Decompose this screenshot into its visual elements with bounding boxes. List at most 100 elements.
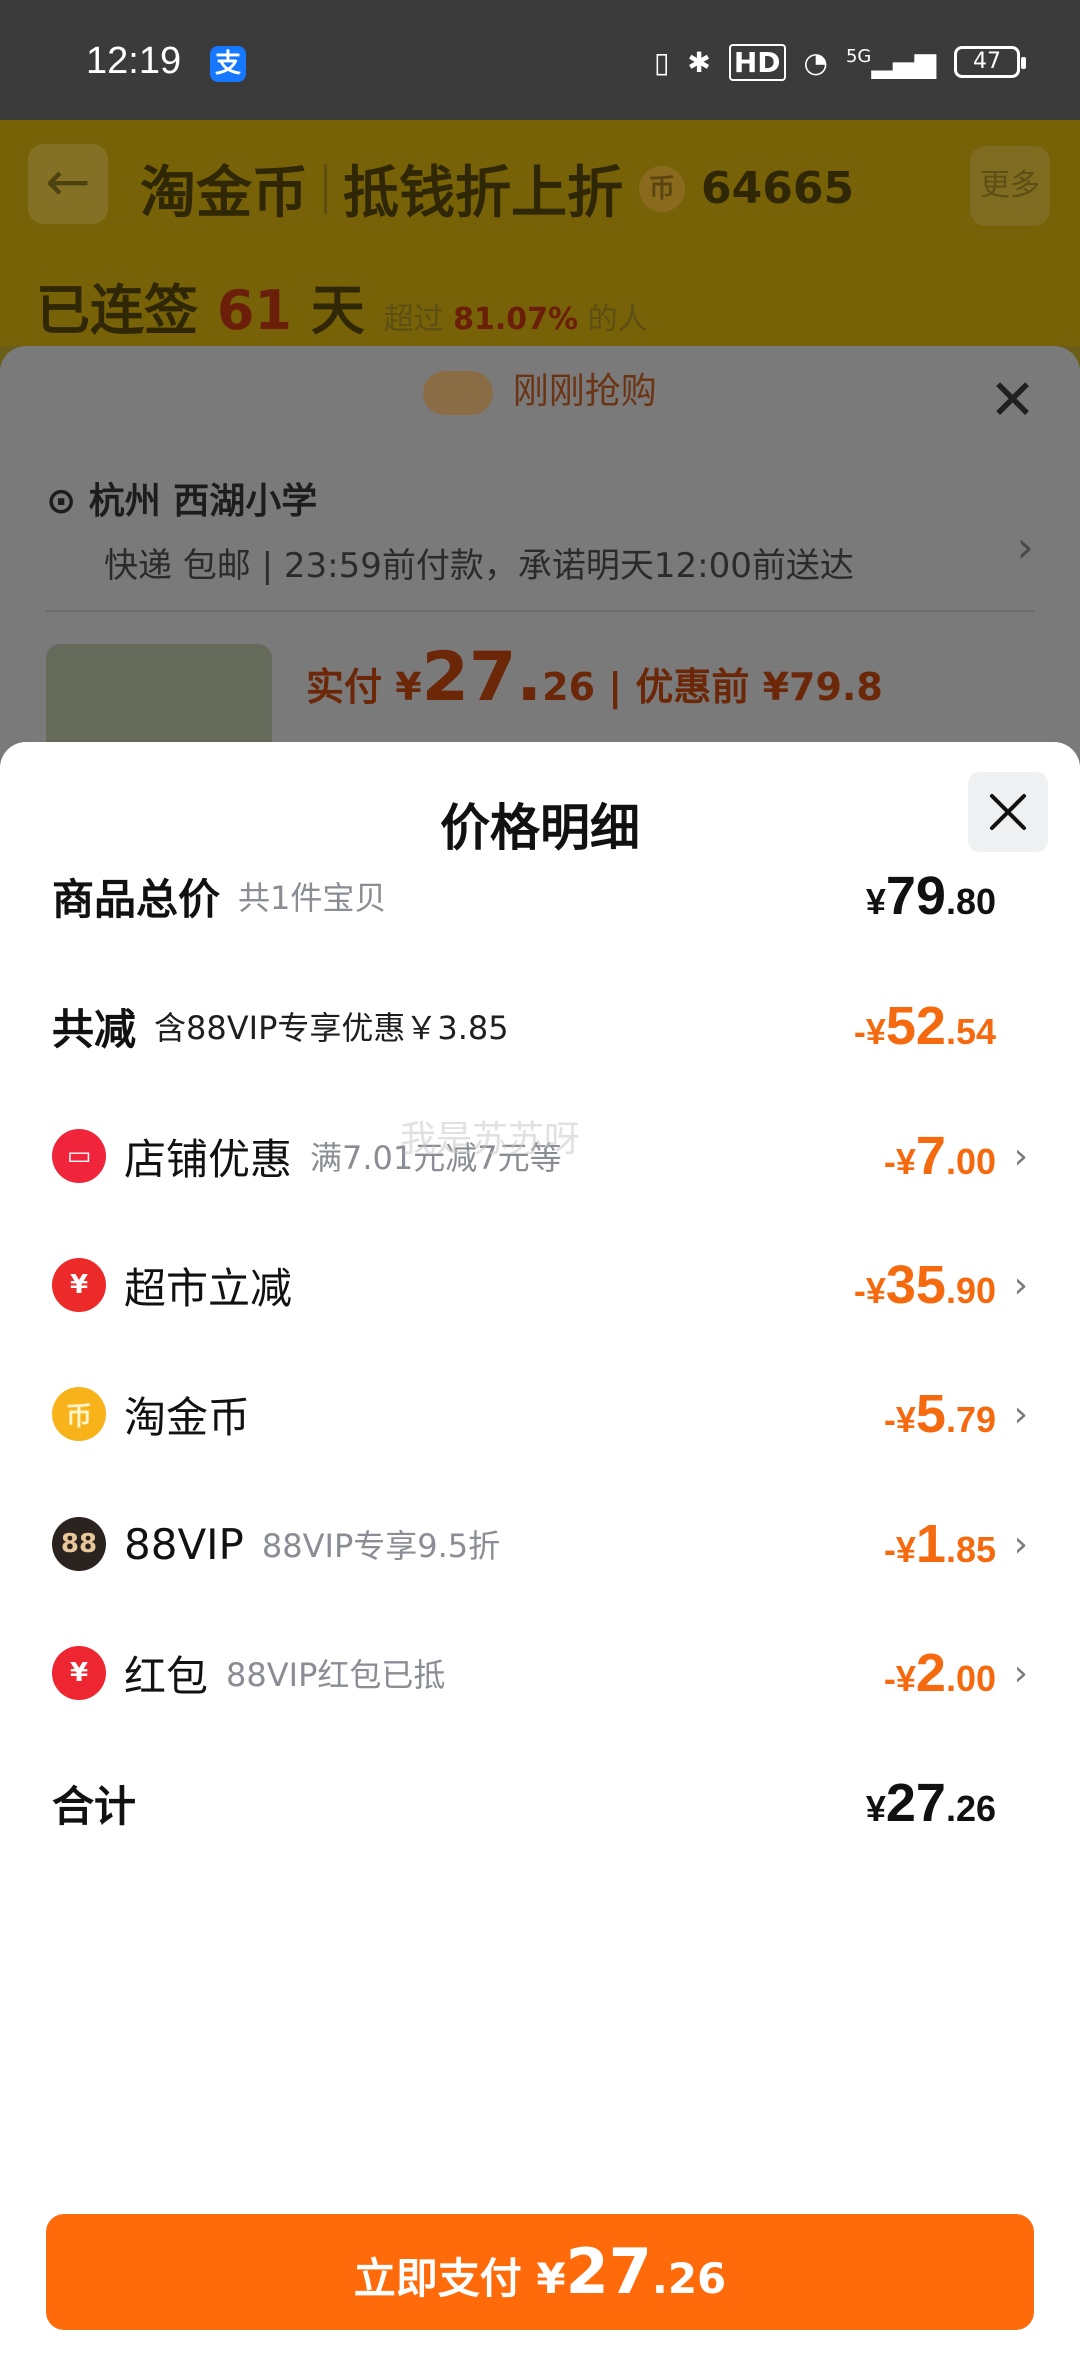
watermark: 我是苏苏呀	[400, 1119, 581, 1160]
amount-currency: -¥	[883, 1399, 916, 1440]
row-label: 合计	[52, 1781, 137, 1831]
amount-currency: -¥	[883, 1141, 916, 1182]
amount-dec: .85	[945, 1529, 996, 1570]
row-amount: -¥1.85	[884, 1513, 996, 1575]
amount-int: 7	[915, 1126, 946, 1186]
taobao-coin-icon: 币	[52, 1387, 106, 1441]
vibrate-icon: ▯	[653, 45, 670, 79]
amount-dec: .90	[945, 1270, 996, 1311]
sign-days: 61	[216, 279, 292, 342]
row-amount: -¥52.54	[854, 995, 996, 1057]
row-sub: 含88VIP专享优惠￥3.85	[154, 1009, 509, 1047]
sign-note-prefix: 超过	[383, 302, 444, 337]
row-label: 共减	[52, 1004, 137, 1054]
chevron-right-icon: ›	[1013, 1135, 1028, 1177]
price-before: | 优惠前 ¥79.8	[608, 665, 883, 709]
close-button[interactable]	[968, 772, 1048, 852]
pay-int: 27	[565, 2235, 652, 2308]
amount-int: 5	[915, 1384, 946, 1444]
coin-balance: 64665	[701, 163, 855, 214]
order-sheet-close-icon: ✕	[989, 368, 1036, 433]
row-amount: ¥27.26	[866, 1772, 996, 1834]
amount-int: 79	[885, 866, 946, 926]
back-arrow-icon: ←	[28, 144, 108, 224]
amount-int: 52	[885, 996, 946, 1056]
close-icon	[990, 794, 1026, 830]
row-sub: 88VIP专享9.5折	[261, 1527, 501, 1565]
88vip-icon: 88	[52, 1517, 106, 1571]
amount-currency: -¥	[883, 1658, 916, 1699]
sign-note-percent: 81.07%	[453, 302, 579, 337]
pay-dec: .26	[651, 2254, 727, 2303]
amount-int: 1	[915, 1514, 946, 1574]
row-label: 88VIP	[124, 1519, 244, 1569]
row-label: 红包	[124, 1651, 209, 1701]
hd-icon: HD	[728, 43, 786, 81]
sign-note-suffix: 的人	[587, 302, 648, 337]
row-label: 超市立减	[124, 1263, 293, 1313]
chevron-right-icon: ›	[1013, 1264, 1028, 1306]
alipay-notification-icon: 支	[210, 46, 246, 82]
bluetooth-icon: ✱	[687, 45, 711, 79]
taobao-coin-row[interactable]: 币 淘金币 -¥5.79 ›	[52, 1374, 1028, 1454]
more-button: 更多	[970, 146, 1050, 226]
amount-dec: .00	[945, 1141, 996, 1182]
88vip-row[interactable]: 88 88VIP 88VIP专享9.5折 -¥1.85 ›	[52, 1504, 1028, 1584]
row-amount: -¥2.00	[884, 1642, 996, 1704]
amount-currency: ¥	[865, 881, 886, 922]
amount-dec: .00	[945, 1658, 996, 1699]
sign-suffix: 天	[310, 279, 365, 342]
background-header: ← 淘金币 抵钱折上折 币 64665 更多 已连签 61 天 超过 81.07…	[0, 120, 1080, 346]
address-chevron-icon: ›	[1016, 522, 1034, 573]
address-text: 杭州 西湖小学	[88, 481, 318, 522]
row-amount: -¥35.90	[854, 1254, 996, 1316]
row-label: 店铺优惠	[124, 1134, 293, 1184]
page-title: 淘金币 抵钱折上折 币 64665	[140, 148, 854, 229]
signal-icon: 5G▂▄▆	[845, 45, 936, 79]
recent-purchase-text: 刚刚抢购	[512, 371, 657, 412]
wifi-icon: ◔	[803, 45, 828, 79]
amount-dec: .80	[945, 881, 996, 922]
delivery-line: 快递 包邮 | 23:59前付款，承诺明天12:00前送达	[104, 546, 854, 586]
chevron-right-icon: ›	[1013, 1652, 1028, 1694]
order-price: 实付 ¥27.26 | 优惠前 ¥79.8	[306, 638, 883, 717]
sign-prefix: 已连签	[36, 279, 198, 342]
supermarket-discount-row[interactable]: ¥ 超市立减 -¥35.90 ›	[52, 1245, 1028, 1325]
status-icons: ▯ ✱ HD ◔ 5G▂▄▆ 47	[653, 42, 1026, 82]
price-int: 27.	[421, 638, 543, 717]
sign-note: 超过 81.07% 的人	[384, 302, 648, 337]
total-discount-row: 共减 含88VIP专享优惠￥3.85 -¥52.54	[52, 986, 1028, 1066]
amount-dec: .54	[945, 1011, 996, 1052]
chevron-right-icon: ›	[1013, 1523, 1028, 1565]
subtitle-text: 抵钱折上折	[343, 161, 623, 226]
sheet-title: 价格明细	[440, 799, 640, 857]
red-packet-row[interactable]: ¥ 红包 88VIP红包已抵 -¥2.00 ›	[52, 1633, 1028, 1713]
row-sub: 88VIP红包已抵	[226, 1656, 446, 1694]
amount-currency: -¥	[853, 1011, 886, 1052]
coin-icon: 币	[639, 165, 685, 212]
pay-now-button[interactable]: 立即支付 ¥27.26	[46, 2214, 1034, 2330]
price-prefix: 实付 ¥	[306, 665, 422, 709]
total-price-row: 商品总价 共1件宝贝 ¥79.80	[52, 856, 1028, 936]
price-detail-sheet: 价格明细 商品总价 共1件宝贝 ¥79.80 共减 含88VIP专享优惠￥3.8…	[0, 742, 1080, 2376]
amount-currency: -¥	[853, 1270, 886, 1311]
recent-purchase-banner: 刚刚抢购	[0, 362, 1080, 415]
row-label: 商品总价	[52, 874, 221, 924]
pay-label: 立即支付 ¥	[353, 2254, 566, 2303]
row-amount: -¥5.79	[884, 1383, 996, 1445]
battery-icon: 47	[954, 46, 1026, 78]
amount-currency: -¥	[883, 1529, 916, 1570]
location-pin-icon: ⊙	[46, 481, 89, 522]
row-amount: -¥7.00	[884, 1125, 996, 1187]
shipping-address: ⊙ 杭州 西湖小学 快递 包邮 | 23:59前付款，承诺明天12:00前送达 …	[46, 472, 1034, 587]
red-packet-icon: ¥	[52, 1646, 106, 1700]
sign-in-streak: 已连签 61 天 超过 81.07% 的人	[36, 266, 648, 345]
row-sub: 共1件宝贝	[238, 879, 387, 917]
row-amount: ¥79.80	[866, 865, 996, 927]
amount-int: 2	[915, 1643, 946, 1703]
divider	[46, 610, 1034, 612]
address-line: ⊙ 杭州 西湖小学	[46, 472, 1034, 524]
amount-currency: ¥	[865, 1788, 886, 1829]
title-divider	[324, 163, 327, 214]
title-text: 淘金币	[140, 161, 308, 226]
